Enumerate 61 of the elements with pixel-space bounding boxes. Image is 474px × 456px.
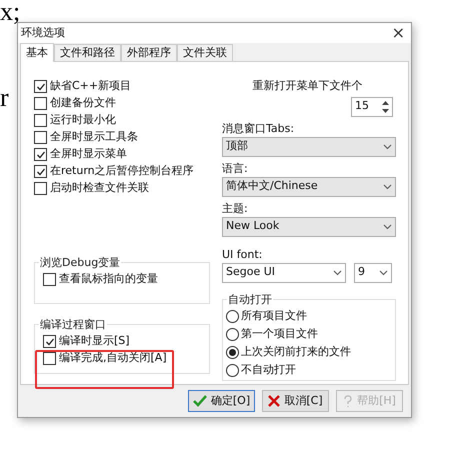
checkbox[interactable]: [34, 97, 47, 110]
number-spinner[interactable]: 15: [351, 96, 393, 116]
checkbox-label: 启动时检查文件关联: [50, 180, 149, 196]
tab[interactable]: 基本: [20, 43, 54, 62]
checkbox-label: 查看鼠标指向的变量: [59, 271, 158, 288]
checkbox-label: 编译完成,自动关闭[A]: [59, 350, 167, 366]
tab[interactable]: 文件关联: [177, 44, 233, 61]
close-button[interactable]: ×: [392, 25, 405, 41]
checkbox[interactable]: [34, 114, 47, 127]
radio-label: 上次关闭前打来的文件: [241, 344, 351, 360]
field-label: 主题:: [222, 200, 249, 216]
checkbox[interactable]: [43, 352, 56, 365]
dropdown[interactable]: 简体中文/Chinese: [222, 176, 396, 196]
chevron-down-icon: [379, 270, 388, 276]
checkbox[interactable]: [43, 335, 56, 348]
checkbox-label: 缺省C++新项目: [50, 78, 132, 94]
tab[interactable]: 文件和路径: [54, 44, 121, 61]
check-icon: [44, 336, 54, 346]
chevron-down-icon: [383, 144, 392, 150]
cancel-button[interactable]: 取消[C]: [262, 390, 329, 412]
checkbox[interactable]: [43, 273, 56, 286]
chevron-down-icon: [333, 270, 342, 276]
checkbox[interactable]: [34, 80, 47, 93]
checkbox-label: 创建备份文件: [50, 95, 116, 112]
ok-button[interactable]: 确定[O]: [188, 390, 255, 412]
recent-files-label: 重新打开菜单下文件个: [252, 78, 362, 94]
field-label: 语言:: [222, 160, 249, 176]
checkbox-label: 全屏时显示工具条: [50, 129, 138, 146]
radio-button[interactable]: [226, 328, 239, 341]
field-label: UI font:: [222, 246, 264, 262]
checkbox-label: 全屏时显示菜单: [50, 146, 127, 162]
radio-button[interactable]: [226, 346, 239, 359]
dropdown[interactable]: 9: [354, 262, 392, 282]
checkbox[interactable]: [34, 182, 47, 195]
window-title: 环境选项: [21, 24, 65, 41]
field-label: 消息窗口Tabs:: [222, 120, 296, 136]
radio-button[interactable]: [226, 364, 239, 377]
tab[interactable]: 外部程序: [121, 44, 177, 61]
checkbox-label: 在return之后暂停控制台程序: [50, 163, 194, 180]
x-icon: [268, 395, 280, 407]
check-icon: [36, 82, 46, 92]
chevron-down-icon: [383, 224, 392, 230]
background-text: x;: [0, 0, 20, 28]
spin-arrows-icon: [381, 100, 390, 114]
checkbox-label: 编译时显示[S]: [59, 333, 130, 350]
radio-button[interactable]: [226, 310, 239, 323]
radio-label: 所有项目文件: [241, 308, 307, 324]
question-icon: [343, 394, 354, 408]
group-title: 浏览Debug变量: [39, 255, 122, 272]
checkbox[interactable]: [34, 131, 47, 144]
dropdown[interactable]: New Look: [222, 216, 396, 236]
radio-label: 第一个项目文件: [241, 326, 318, 342]
dropdown[interactable]: 顶部: [222, 136, 396, 156]
radio-label: 不自动打开: [241, 362, 296, 378]
checkmark-icon: [192, 395, 207, 407]
background-text: r: [0, 82, 9, 114]
dropdown[interactable]: Segoe UI: [222, 262, 346, 282]
chevron-down-icon: [383, 184, 392, 190]
checkbox[interactable]: [34, 165, 47, 178]
checkbox-label: 运行时最小化: [50, 112, 116, 128]
checkbox[interactable]: [34, 148, 47, 161]
